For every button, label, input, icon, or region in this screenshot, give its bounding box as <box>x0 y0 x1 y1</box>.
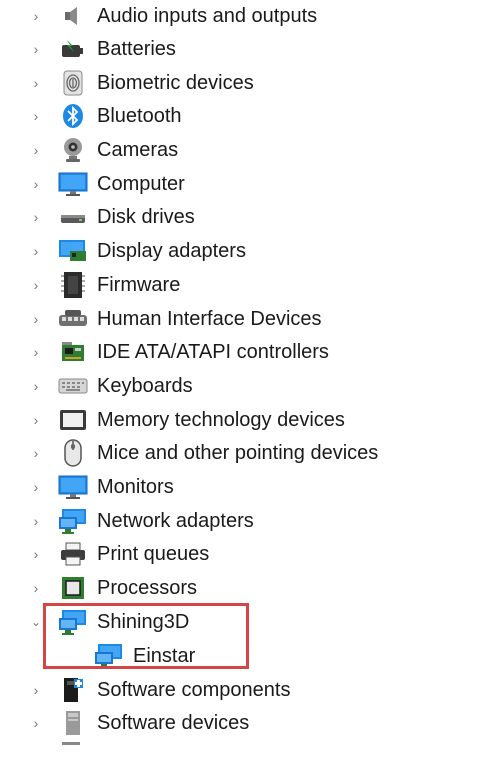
tree-item-keyboards[interactable]: › Keyboards <box>0 371 460 401</box>
tree-item-einstar[interactable]: Einstar <box>0 641 460 671</box>
keyboard-icon <box>58 372 88 400</box>
tree-item-label: Firmware <box>97 273 181 296</box>
monitor-icon <box>58 473 88 501</box>
tree-item-batteries[interactable]: › Batteries <box>0 34 460 64</box>
tree-item-ide[interactable]: › IDE ATA/ATAPI controllers <box>0 337 460 367</box>
tree-item-label: Processors <box>97 576 198 599</box>
tree-item-software-components[interactable]: › Software components <box>0 675 460 705</box>
tree-item-label: Shining3D <box>97 610 190 633</box>
network-adapter-icon <box>94 642 124 670</box>
chevron-right-icon[interactable]: › <box>28 479 44 495</box>
tree-item-label: Mice and other pointing devices <box>97 441 379 464</box>
tree-item-hid[interactable]: › Human Interface Devices <box>0 304 460 334</box>
chevron-right-icon[interactable]: › <box>28 412 44 428</box>
tree-item-software-devices[interactable]: › Software devices <box>0 708 460 738</box>
ide-controller-icon <box>58 338 88 366</box>
disk-drive-icon <box>58 203 88 231</box>
tree-item-network[interactable]: › Network adapters <box>0 506 460 536</box>
tree-item-cameras[interactable]: › Cameras <box>0 135 460 165</box>
software-component-icon <box>58 676 88 704</box>
battery-icon <box>58 35 88 63</box>
display-adapter-icon <box>58 237 88 265</box>
bluetooth-icon <box>58 102 88 130</box>
chevron-right-icon[interactable]: › <box>28 682 44 698</box>
tree-item-label: Bluetooth <box>97 104 182 127</box>
tree-item-label: IDE ATA/ATAPI controllers <box>97 340 329 363</box>
chevron-right-icon[interactable]: › <box>28 209 44 225</box>
hid-icon <box>58 305 88 333</box>
chevron-right-icon[interactable]: › <box>28 108 44 124</box>
fingerprint-icon <box>58 69 88 97</box>
tree-item-label: Disk drives <box>97 205 195 228</box>
tree-item-label: Network adapters <box>97 509 254 532</box>
tree-item-disk-drives[interactable]: › Disk drives <box>0 202 460 232</box>
webcam-icon <box>58 136 88 164</box>
tree-item-label: Biometric devices <box>97 71 254 94</box>
next-item-fragment <box>62 742 80 745</box>
chevron-right-icon[interactable]: › <box>28 546 44 562</box>
tree-item-display-adapters[interactable]: › Display adapters <box>0 236 460 266</box>
chevron-right-icon[interactable]: › <box>28 243 44 259</box>
chevron-right-icon[interactable]: › <box>28 513 44 529</box>
speaker-icon <box>58 2 88 30</box>
tree-item-label: Print queues <box>97 542 210 565</box>
chevron-right-icon[interactable]: › <box>28 580 44 596</box>
chevron-right-icon[interactable]: › <box>28 142 44 158</box>
tree-item-print-queues[interactable]: › Print queues <box>0 539 460 569</box>
chevron-right-icon[interactable]: › <box>28 176 44 192</box>
tree-item-label: Cameras <box>97 138 179 161</box>
tree-item-bluetooth[interactable]: › Bluetooth <box>0 101 460 131</box>
tree-item-label: Human Interface Devices <box>97 307 322 330</box>
printer-icon <box>58 540 88 568</box>
tree-item-label: Display adapters <box>97 239 246 262</box>
tree-item-firmware[interactable]: › Firmware <box>0 270 460 300</box>
tree-item-label: Audio inputs and outputs <box>97 4 318 27</box>
chevron-right-icon[interactable]: › <box>28 8 44 24</box>
chevron-right-icon[interactable]: › <box>28 75 44 91</box>
tree-item-label: Software devices <box>97 711 250 734</box>
tree-item-biometric[interactable]: › Biometric devices <box>0 68 460 98</box>
chevron-right-icon[interactable]: › <box>28 715 44 731</box>
chevron-right-icon[interactable]: › <box>28 344 44 360</box>
memory-device-icon <box>58 406 88 434</box>
tree-item-label: Keyboards <box>97 374 193 397</box>
chevron-down-icon[interactable]: ⌄ <box>28 615 44 629</box>
network-adapter-icon <box>58 608 88 636</box>
tree-item-processors[interactable]: › Processors <box>0 573 460 603</box>
mouse-icon <box>58 439 88 467</box>
processor-icon <box>58 574 88 602</box>
chevron-right-icon[interactable]: › <box>28 445 44 461</box>
chevron-right-icon[interactable]: › <box>28 277 44 293</box>
chevron-right-icon[interactable]: › <box>28 378 44 394</box>
tree-item-mice[interactable]: › Mice and other pointing devices <box>0 438 460 468</box>
tree-item-label: Monitors <box>97 475 174 498</box>
network-adapter-icon <box>58 507 88 535</box>
software-device-icon <box>58 709 88 737</box>
monitor-icon <box>58 170 88 198</box>
tree-item-label: Batteries <box>97 37 176 60</box>
firmware-chip-icon <box>58 271 88 299</box>
tree-item-audio[interactable]: › Audio inputs and outputs <box>0 1 460 31</box>
chevron-right-icon[interactable]: › <box>28 311 44 327</box>
tree-item-label: Memory technology devices <box>97 408 345 431</box>
tree-item-shining3d[interactable]: ⌄ Shining3D <box>0 607 460 637</box>
tree-item-label: Software components <box>97 678 291 701</box>
tree-item-label: Computer <box>97 172 185 195</box>
chevron-right-icon[interactable]: › <box>28 41 44 57</box>
tree-item-memory[interactable]: › Memory technology devices <box>0 405 460 435</box>
tree-item-label: Einstar <box>133 644 196 667</box>
tree-item-monitors[interactable]: › Monitors <box>0 472 460 502</box>
tree-item-computer[interactable]: › Computer <box>0 169 460 199</box>
